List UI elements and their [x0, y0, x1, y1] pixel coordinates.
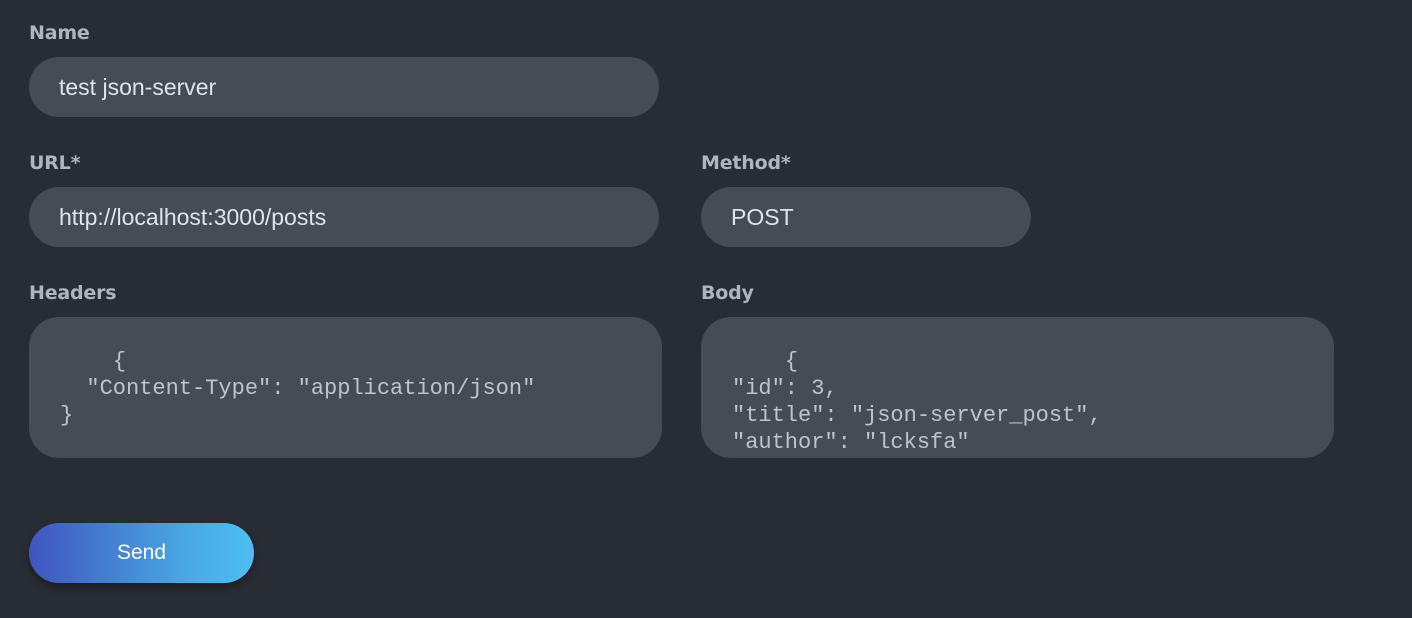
- url-label: URL*: [29, 152, 81, 174]
- resize-grip-icon[interactable]: [649, 445, 659, 455]
- body-label: Body: [701, 282, 754, 304]
- method-input[interactable]: POST: [701, 187, 1031, 247]
- name-label: Name: [29, 22, 90, 44]
- name-input[interactable]: test json-server: [29, 57, 659, 117]
- headers-text: { "Content-Type": "application/json" }: [60, 349, 536, 428]
- body-text: { "id": 3, "title": "json-server_post", …: [732, 349, 1102, 458]
- resize-grip-icon[interactable]: [1321, 445, 1331, 455]
- method-label: Method*: [701, 152, 791, 174]
- headers-label: Headers: [29, 282, 117, 304]
- send-button[interactable]: Send: [29, 523, 254, 583]
- body-textarea[interactable]: { "id": 3, "title": "json-server_post", …: [701, 317, 1334, 458]
- url-input[interactable]: http://localhost:3000/posts: [29, 187, 659, 247]
- request-form: Name test json-server URL* http://localh…: [0, 0, 1412, 618]
- headers-textarea[interactable]: { "Content-Type": "application/json" }: [29, 317, 662, 458]
